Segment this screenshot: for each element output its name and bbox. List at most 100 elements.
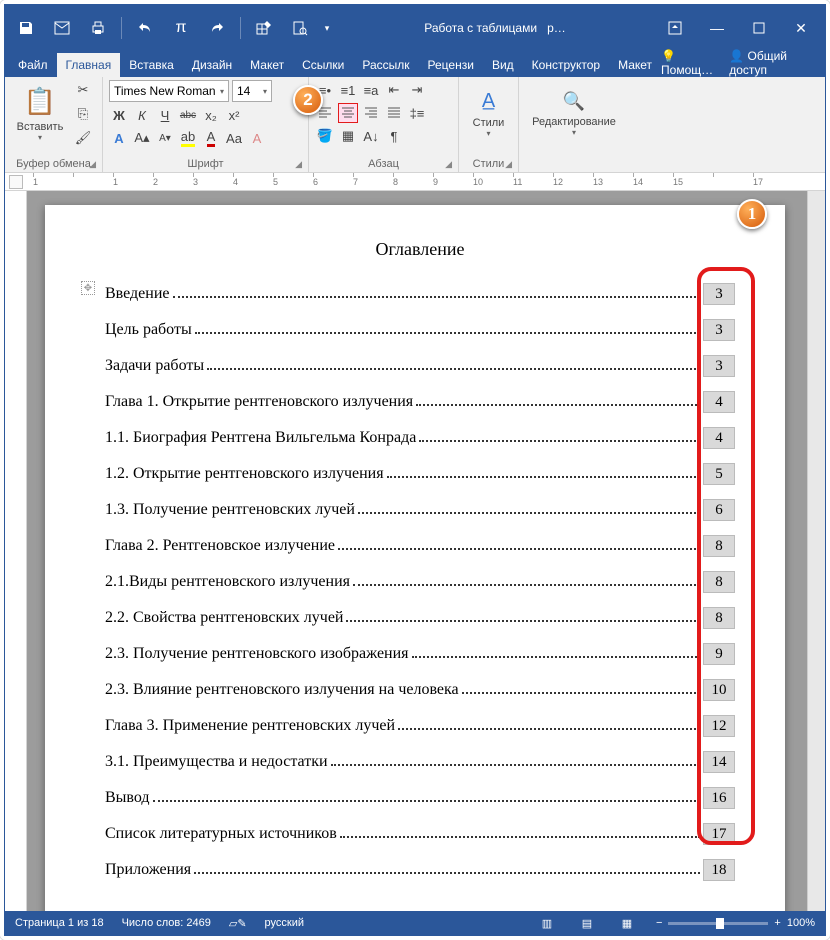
underline-button[interactable]: Ч bbox=[155, 105, 175, 125]
toc-entry-text[interactable]: Введение bbox=[105, 282, 170, 306]
justify-icon[interactable] bbox=[384, 103, 404, 123]
table-anchor-icon[interactable]: ✥ bbox=[81, 281, 95, 295]
toc-entry-text[interactable]: 2.2. Свойства рентгеновских лучей bbox=[105, 606, 343, 630]
close-button[interactable]: ✕ bbox=[781, 13, 821, 43]
tab-table-design[interactable]: Конструктор bbox=[523, 53, 609, 77]
toc-entry-text[interactable]: Приложения bbox=[105, 858, 191, 882]
status-page[interactable]: Страница 1 из 18 bbox=[15, 917, 104, 929]
toc-page-number[interactable]: 6 bbox=[703, 499, 735, 521]
toc-page-number[interactable]: 8 bbox=[703, 535, 735, 557]
line-spacing-icon[interactable]: ‡≡ bbox=[407, 103, 427, 123]
toc-page-number[interactable]: 4 bbox=[703, 391, 735, 413]
toc-entry-text[interactable]: 2.3. Влияние рентгеновского излучения на… bbox=[105, 678, 459, 702]
tab-file[interactable]: Файл bbox=[9, 53, 57, 77]
font-size-selector[interactable]: 14▾ bbox=[232, 80, 272, 102]
toc-page-number[interactable]: 8 bbox=[703, 571, 735, 593]
change-case-icon[interactable]: Aa bbox=[224, 128, 244, 148]
tab-home[interactable]: Главная bbox=[57, 53, 121, 77]
read-mode-icon[interactable]: ▥ bbox=[536, 914, 558, 932]
toc-page-number[interactable]: 3 bbox=[703, 355, 735, 377]
styles-button[interactable]: A̲ Стили ▾ bbox=[465, 80, 512, 148]
toc-page-number[interactable]: 3 bbox=[703, 319, 735, 341]
toc-entry-text[interactable]: 3.1. Преимущества и недостатки bbox=[105, 750, 328, 774]
share-button[interactable]: 👤 Общий доступ bbox=[729, 49, 811, 77]
toc-entry-text[interactable]: Вывод bbox=[105, 786, 150, 810]
status-language[interactable]: русский bbox=[265, 917, 304, 929]
styles-launcher-icon[interactable]: ◢ bbox=[505, 159, 512, 170]
paste-button[interactable]: 📋 Вставить ▾ bbox=[11, 80, 69, 148]
toc-entry-text[interactable]: 2.3. Получение рентгеновского изображени… bbox=[105, 642, 409, 666]
status-word-count[interactable]: Число слов: 2469 bbox=[122, 917, 211, 929]
horizontal-ruler[interactable]: 112345678910111213141517 bbox=[5, 173, 825, 191]
zoom-out-icon[interactable]: − bbox=[656, 917, 662, 929]
vertical-ruler[interactable] bbox=[5, 191, 27, 911]
vertical-scrollbar[interactable] bbox=[807, 191, 825, 911]
copy-icon[interactable]: ⎘ bbox=[73, 104, 93, 124]
equation-icon[interactable]: π bbox=[164, 13, 198, 43]
toc-page-number[interactable]: 16 bbox=[703, 787, 735, 809]
toc-page-number[interactable]: 17 bbox=[703, 823, 735, 845]
toc-page-number[interactable]: 4 bbox=[703, 427, 735, 449]
print-layout-icon[interactable]: ▤ bbox=[576, 914, 598, 932]
undo-icon[interactable] bbox=[128, 13, 162, 43]
tab-view[interactable]: Вид bbox=[483, 53, 523, 77]
tab-table-layout[interactable]: Макет bbox=[609, 53, 661, 77]
clipboard-launcher-icon[interactable]: ◢ bbox=[89, 159, 96, 170]
zoom-level[interactable]: 100% bbox=[787, 917, 815, 929]
qat-customize-icon[interactable]: ▾ bbox=[319, 13, 335, 43]
redo-icon[interactable] bbox=[200, 13, 234, 43]
strikethrough-button[interactable]: abc bbox=[178, 105, 198, 125]
toc-page-number[interactable]: 8 bbox=[703, 607, 735, 629]
shading-icon[interactable]: 🪣 bbox=[315, 126, 335, 146]
zoom-control[interactable]: − + 100% bbox=[656, 917, 815, 929]
tab-mailings[interactable]: Рассылк bbox=[353, 53, 418, 77]
tab-layout[interactable]: Макет bbox=[241, 53, 293, 77]
toc-page-number[interactable]: 18 bbox=[703, 859, 735, 881]
cut-icon[interactable]: ✂ bbox=[73, 80, 93, 100]
draw-table-icon[interactable] bbox=[247, 13, 281, 43]
format-painter-icon[interactable]: 🖌 bbox=[73, 128, 93, 148]
tab-design[interactable]: Дизайн bbox=[183, 53, 241, 77]
highlight-color-icon[interactable]: ab bbox=[178, 128, 198, 148]
toc-entry-text[interactable]: 1.1. Биография Рентгена Вильгельма Конра… bbox=[105, 426, 416, 450]
print-preview-icon[interactable] bbox=[283, 13, 317, 43]
maximize-button[interactable] bbox=[739, 13, 779, 43]
tell-me[interactable]: 💡 Помощ… bbox=[661, 49, 719, 77]
save-icon[interactable] bbox=[9, 13, 43, 43]
toc-entry-text[interactable]: 1.3. Получение рентгеновских лучей bbox=[105, 498, 355, 522]
italic-button[interactable]: К bbox=[132, 105, 152, 125]
email-icon[interactable] bbox=[45, 13, 79, 43]
sort-icon[interactable]: A↓ bbox=[361, 126, 381, 146]
increase-indent-icon[interactable]: ⇥ bbox=[407, 80, 427, 100]
tab-insert[interactable]: Вставка bbox=[120, 53, 183, 77]
ribbon-options-icon[interactable] bbox=[655, 13, 695, 43]
toc-entry-text[interactable]: Глава 3. Применение рентгеновских лучей bbox=[105, 714, 395, 738]
toc-entry-text[interactable]: Глава 1. Открытие рентгеновского излучен… bbox=[105, 390, 413, 414]
editing-button[interactable]: 🔍 Редактирование ▾ bbox=[525, 80, 623, 148]
document-area[interactable]: 1 Оглавление ✥ Введение3 Цель работы3Зад… bbox=[27, 191, 807, 911]
font-launcher-icon[interactable]: ◢ bbox=[295, 159, 302, 170]
decrease-indent-icon[interactable]: ⇤ bbox=[384, 80, 404, 100]
multilevel-list-icon[interactable]: ≡a bbox=[361, 80, 381, 100]
zoom-in-icon[interactable]: + bbox=[774, 917, 780, 929]
toc-entry-text[interactable]: Задачи работы bbox=[105, 354, 204, 378]
toc-entry-text[interactable]: 1.2. Открытие рентгеновского излучения bbox=[105, 462, 384, 486]
numbering-icon[interactable]: ≡1 bbox=[338, 80, 358, 100]
tab-references[interactable]: Ссылки bbox=[293, 53, 353, 77]
quick-print-icon[interactable] bbox=[81, 13, 115, 43]
grow-font-icon[interactable]: A▴ bbox=[132, 128, 152, 148]
toc-page-number[interactable]: 9 bbox=[703, 643, 735, 665]
toc-entry-text[interactable]: 2.1.Виды рентгеновского излучения bbox=[105, 570, 350, 594]
toc-entry-text[interactable]: Глава 2. Рентгеновское излучение bbox=[105, 534, 335, 558]
align-center-icon[interactable] bbox=[338, 103, 358, 123]
borders-icon[interactable]: ▦ bbox=[338, 126, 358, 146]
text-effects-icon[interactable]: A bbox=[109, 128, 129, 148]
minimize-button[interactable]: — bbox=[697, 13, 737, 43]
superscript-button[interactable]: x² bbox=[224, 105, 244, 125]
align-right-icon[interactable] bbox=[361, 103, 381, 123]
paragraph-launcher-icon[interactable]: ◢ bbox=[445, 159, 452, 170]
toc-page-number[interactable]: 5 bbox=[703, 463, 735, 485]
toc-page-number[interactable]: 3 bbox=[703, 283, 735, 305]
font-name-selector[interactable]: Times New Roman▾ bbox=[109, 80, 229, 102]
tab-review[interactable]: Рецензи bbox=[419, 53, 483, 77]
